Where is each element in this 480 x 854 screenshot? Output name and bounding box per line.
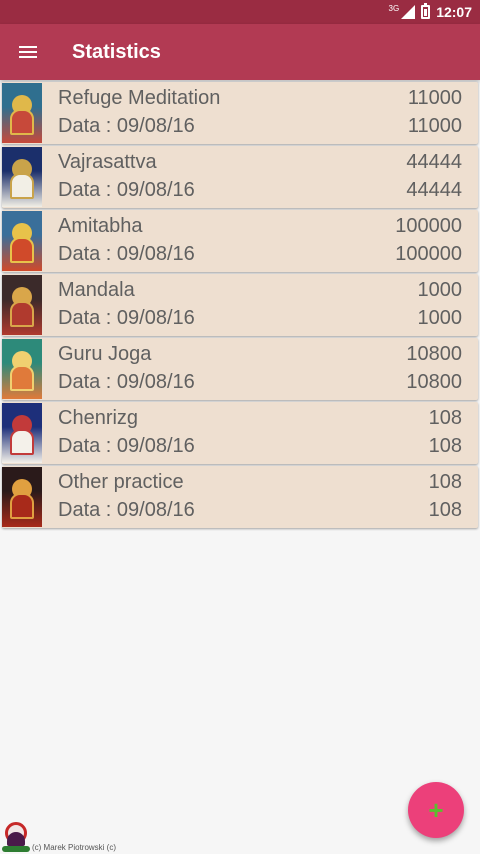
practice-date-row: Data : 09/08/16 100000 — [58, 240, 462, 268]
practice-date-count: 11000 — [407, 114, 462, 137]
practice-name: Guru Joga — [58, 342, 152, 365]
practice-name: Other practice — [58, 470, 184, 493]
practice-total-count: 11000 — [407, 86, 462, 109]
practice-card[interactable]: Amitabha 100000 Data : 09/08/16 100000 — [2, 210, 478, 272]
practice-date: Data : 09/08/16 — [58, 498, 195, 521]
add-button[interactable]: + — [408, 782, 464, 838]
practice-date-count: 108 — [428, 434, 462, 457]
practice-info: Guru Joga 10800 Data : 09/08/16 10800 — [42, 338, 478, 400]
practice-name: Chenrizg — [58, 406, 139, 429]
practice-date-count: 108 — [428, 498, 462, 521]
status-time: 12:07 — [436, 4, 472, 20]
practice-info: Refuge Meditation 11000 Data : 09/08/16 110… — [42, 82, 478, 144]
copyright-text: (c) Marek Piotrowski (c) — [32, 843, 117, 852]
practice-thumbnail — [2, 275, 42, 335]
practice-date-count: 100000 — [395, 242, 462, 265]
practice-date-count: 1000 — [417, 306, 463, 329]
practice-card[interactable]: Other practice 108 Data : 09/08/16 108 — [2, 466, 478, 528]
practice-name-row: Amitabha 100000 — [58, 212, 462, 240]
practice-total-count: 44444 — [406, 150, 462, 173]
practice-total-count: 100000 — [395, 214, 462, 237]
practice-date: Data : 09/08/16 — [58, 370, 195, 393]
practice-name-row: Refuge Meditation 11000 — [58, 84, 462, 112]
practice-card[interactable]: Mandala 1000 Data : 09/08/16 1000 — [2, 274, 478, 336]
practice-date: Data : 09/08/16 — [58, 114, 195, 137]
practice-name-row: Guru Joga 10800 — [58, 340, 462, 368]
practice-card[interactable]: Chenrizg 108 Data : 09/08/16 108 — [2, 402, 478, 464]
practice-date-row: Data : 09/08/16 11000 — [58, 112, 462, 140]
network-type: 3G — [388, 3, 400, 13]
practice-date-row: Data : 09/08/16 10800 — [58, 368, 462, 396]
practice-thumbnail — [2, 467, 42, 527]
status-bar: 3G 12:07 — [0, 0, 480, 24]
practice-info: Mandala 1000 Data : 09/08/16 1000 — [42, 274, 478, 336]
practice-name: Mandala — [58, 278, 135, 301]
practice-thumbnail — [2, 403, 42, 463]
page-title: Statistics — [72, 40, 161, 63]
practice-card[interactable]: Refuge Meditation 11000 Data : 09/08/16 110… — [2, 82, 478, 144]
practice-info: Vajrasattva 44444 Data : 09/08/16 44444 — [42, 146, 478, 208]
practice-card[interactable]: Guru Joga 10800 Data : 09/08/16 10800 — [2, 338, 478, 400]
menu-button[interactable] — [0, 24, 56, 80]
hamburger-icon — [19, 46, 37, 58]
statistics-list: Refuge Meditation 11000 Data : 09/08/16 110… — [0, 80, 480, 528]
practice-total-count: 1000 — [417, 278, 463, 301]
practice-info: Amitabha 100000 Data : 09/08/16 100000 — [42, 210, 478, 272]
practice-name: Vajrasattva — [58, 150, 157, 173]
practice-date: Data : 09/08/16 — [58, 434, 195, 457]
practice-thumbnail — [2, 83, 42, 143]
practice-thumbnail — [2, 211, 42, 271]
practice-date-count: 10800 — [406, 370, 462, 393]
practice-date-row: Data : 09/08/16 108 — [58, 432, 462, 460]
practice-info: Chenrizg 108 Data : 09/08/16 108 — [42, 402, 478, 464]
practice-date-row: Data : 09/08/16 1000 — [58, 304, 462, 332]
practice-name-row: Other practice 108 — [58, 468, 462, 496]
practice-date-count: 44444 — [406, 178, 462, 201]
practice-date: Data : 09/08/16 — [58, 178, 195, 201]
practice-date-row: Data : 09/08/16 108 — [58, 496, 462, 524]
practice-name: Refuge Meditation — [58, 86, 221, 109]
practice-name-row: Mandala 1000 — [58, 276, 462, 304]
practice-info: Other practice 108 Data : 09/08/16 108 — [42, 466, 478, 528]
practice-date: Data : 09/08/16 — [58, 242, 195, 265]
plus-icon: + — [428, 795, 444, 825]
battery-icon — [421, 3, 431, 19]
practice-date-row: Data : 09/08/16 44444 — [58, 176, 462, 204]
practice-total-count: 108 — [428, 406, 462, 429]
footer: (c) Marek Piotrowski (c) — [0, 818, 200, 854]
practice-date: Data : 09/08/16 — [58, 306, 195, 329]
practice-card[interactable]: Vajrasattva 44444 Data : 09/08/16 44444 — [2, 146, 478, 208]
practice-thumbnail — [2, 339, 42, 399]
practice-thumbnail — [2, 147, 42, 207]
practice-name-row: Vajrasattva 44444 — [58, 148, 462, 176]
practice-total-count: 10800 — [406, 342, 462, 365]
practice-total-count: 108 — [428, 470, 462, 493]
practice-name: Amitabha — [58, 214, 143, 237]
signal-icon — [401, 5, 416, 19]
practice-name-row: Chenrizg 108 — [58, 404, 462, 432]
app-bar: Statistics — [0, 24, 480, 80]
meditation-logo-icon — [2, 822, 30, 852]
